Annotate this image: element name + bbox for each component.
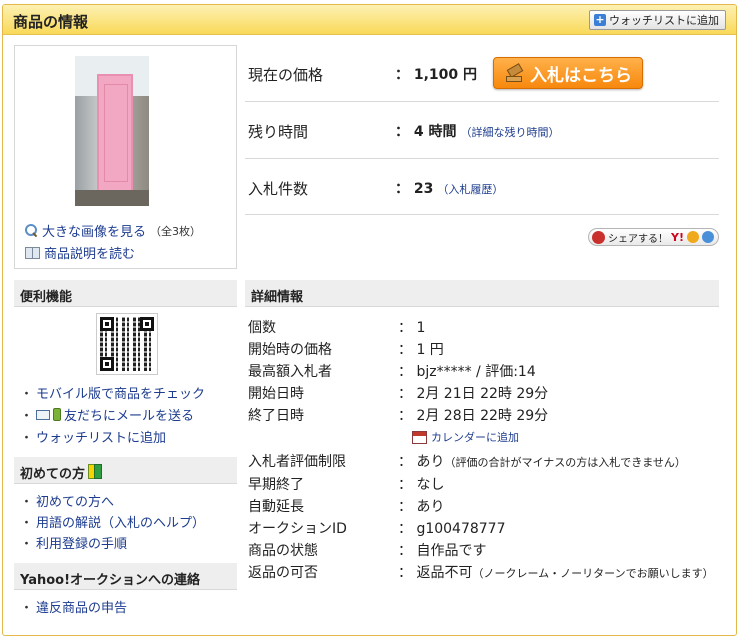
calendar-icon bbox=[412, 430, 427, 444]
yahoo-logo: Y! bbox=[671, 230, 684, 244]
convenience-header: 便利機能 bbox=[14, 280, 237, 307]
panel-title: 商品の情報 bbox=[13, 13, 89, 31]
current-price-row: 現在の価格 ： 1,100 円 入札はこちら bbox=[245, 45, 719, 102]
bid-button-label: 入札はこちら bbox=[530, 65, 632, 86]
view-large-image-row: 大きな画像を見る （全3枚） bbox=[25, 221, 201, 240]
remaining-time-value: ： 4 時間 bbox=[395, 124, 457, 140]
beginner-guide-link[interactable]: ・初めての方へ bbox=[20, 491, 114, 510]
registration-link[interactable]: ・利用登録の手順 bbox=[20, 533, 127, 552]
share-service-icon bbox=[701, 231, 714, 243]
item-thumbnail[interactable] bbox=[75, 56, 149, 206]
remaining-time-label: 残り時間 bbox=[248, 123, 309, 141]
read-description-row: 商品説明を読む bbox=[25, 243, 135, 262]
phone-icon bbox=[53, 408, 62, 421]
read-description-link[interactable]: 商品説明を読む bbox=[44, 243, 135, 262]
panel-header: 商品の情報 + ウォッチリストに追加 bbox=[3, 5, 736, 35]
beginner-header: 初めての方 bbox=[14, 457, 237, 484]
add-calendar-link[interactable]: カレンダーに追加 bbox=[412, 429, 519, 445]
report-violation-link[interactable]: ・違反商品の申告 bbox=[20, 597, 127, 616]
share-arrow-icon bbox=[592, 230, 605, 244]
watchlist-add-label: ウォッチリストに追加 bbox=[609, 14, 719, 27]
bid-button[interactable]: 入札はこちら bbox=[493, 57, 643, 89]
gavel-icon bbox=[504, 64, 524, 82]
watchlist-add-button[interactable]: + ウォッチリストに追加 bbox=[589, 10, 726, 30]
bid-count-value: ： 23 bbox=[395, 181, 434, 197]
detail-header: 詳細情報 bbox=[245, 280, 719, 307]
share-service-icon bbox=[686, 231, 699, 243]
bid-count-label: 入札件数 bbox=[248, 180, 309, 198]
remaining-time-row: 残り時間 ： 4 時間 （詳細な残り時間） bbox=[245, 102, 719, 159]
bid-history-link[interactable]: （入札履歴） bbox=[437, 181, 503, 197]
share-label: シェアする！ bbox=[608, 233, 668, 245]
view-large-image-link[interactable]: 大きな画像を見る bbox=[42, 221, 146, 240]
beginner-mark-icon bbox=[88, 464, 103, 479]
mobile-check-link[interactable]: ・モバイル版で商品をチェック bbox=[20, 383, 205, 402]
price-area: 現在の価格 ： 1,100 円 入札はこちら 残り時間 ： 4 時間 （詳細な残… bbox=[245, 45, 719, 246]
remaining-time-value-group: ： 4 時間 （詳細な残り時間） bbox=[395, 121, 560, 141]
contact-header: Yahoo!オークションへの連絡 bbox=[14, 563, 237, 590]
remaining-time-detail-link[interactable]: （詳細な残り時間） bbox=[461, 124, 560, 140]
glossary-link[interactable]: ・用語の解説（入札のヘルプ） bbox=[20, 512, 205, 531]
image-panel: 大きな画像を見る （全3枚） 商品説明を読む bbox=[14, 45, 237, 269]
current-price-value: ： 1,100 円 bbox=[395, 67, 478, 83]
bid-count-row: 入札件数 ： 23 （入札履歴） bbox=[245, 159, 719, 215]
magnifier-icon bbox=[25, 224, 38, 237]
book-icon bbox=[25, 246, 40, 259]
current-price-label: 現在の価格 bbox=[248, 66, 324, 84]
image-count-note: （全3枚） bbox=[150, 224, 202, 238]
qr-code bbox=[96, 313, 158, 375]
mail-icon bbox=[36, 409, 51, 420]
send-mail-link[interactable]: ・ 友だちにメールを送る bbox=[20, 405, 194, 424]
bid-count-value-group: ： 23 （入札履歴） bbox=[395, 178, 503, 198]
item-info-panel: 商品の情報 + ウォッチリストに追加 大きな画像を見る （全3枚） 商品説明を読… bbox=[2, 4, 737, 636]
left-watchlist-link[interactable]: ・ウォッチリストに追加 bbox=[20, 427, 166, 446]
share-button[interactable]: シェアする！ Y! bbox=[588, 228, 719, 246]
plus-icon: + bbox=[594, 13, 606, 26]
